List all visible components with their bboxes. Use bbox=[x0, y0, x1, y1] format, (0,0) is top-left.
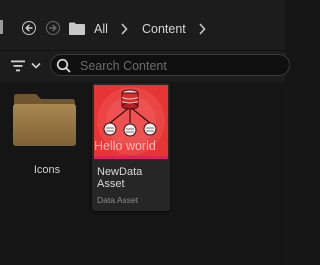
folder-icon bbox=[13, 94, 76, 146]
asset-name-line1: NewData bbox=[97, 166, 143, 178]
breadcrumb-content[interactable]: Content bbox=[142, 22, 186, 36]
thumbnail-text: Hello world bbox=[94, 139, 156, 153]
chevron-down-icon[interactable] bbox=[31, 62, 41, 70]
breadcrumb-all[interactable]: All bbox=[94, 22, 108, 36]
back-arrow-icon bbox=[25, 24, 33, 32]
folder-icon[interactable] bbox=[69, 22, 85, 35]
back-button[interactable] bbox=[22, 21, 36, 35]
toolbar-edge-fragment bbox=[0, 20, 3, 34]
asset-type-color-bar bbox=[94, 156, 168, 159]
asset-name-line2: Asset bbox=[97, 178, 125, 190]
forward-arrow-icon bbox=[49, 24, 57, 32]
folder-label: Icons bbox=[33, 164, 61, 176]
search-icon bbox=[56, 58, 71, 73]
chevron-right-icon[interactable] bbox=[198, 23, 206, 35]
chevron-right-icon bbox=[121, 23, 128, 35]
filter-icon[interactable] bbox=[11, 60, 25, 72]
forward-button[interactable] bbox=[46, 21, 60, 35]
asset-type-label: Data Asset bbox=[97, 195, 139, 205]
asset-name: NewData Asset bbox=[97, 166, 169, 190]
search-input[interactable] bbox=[78, 56, 282, 76]
